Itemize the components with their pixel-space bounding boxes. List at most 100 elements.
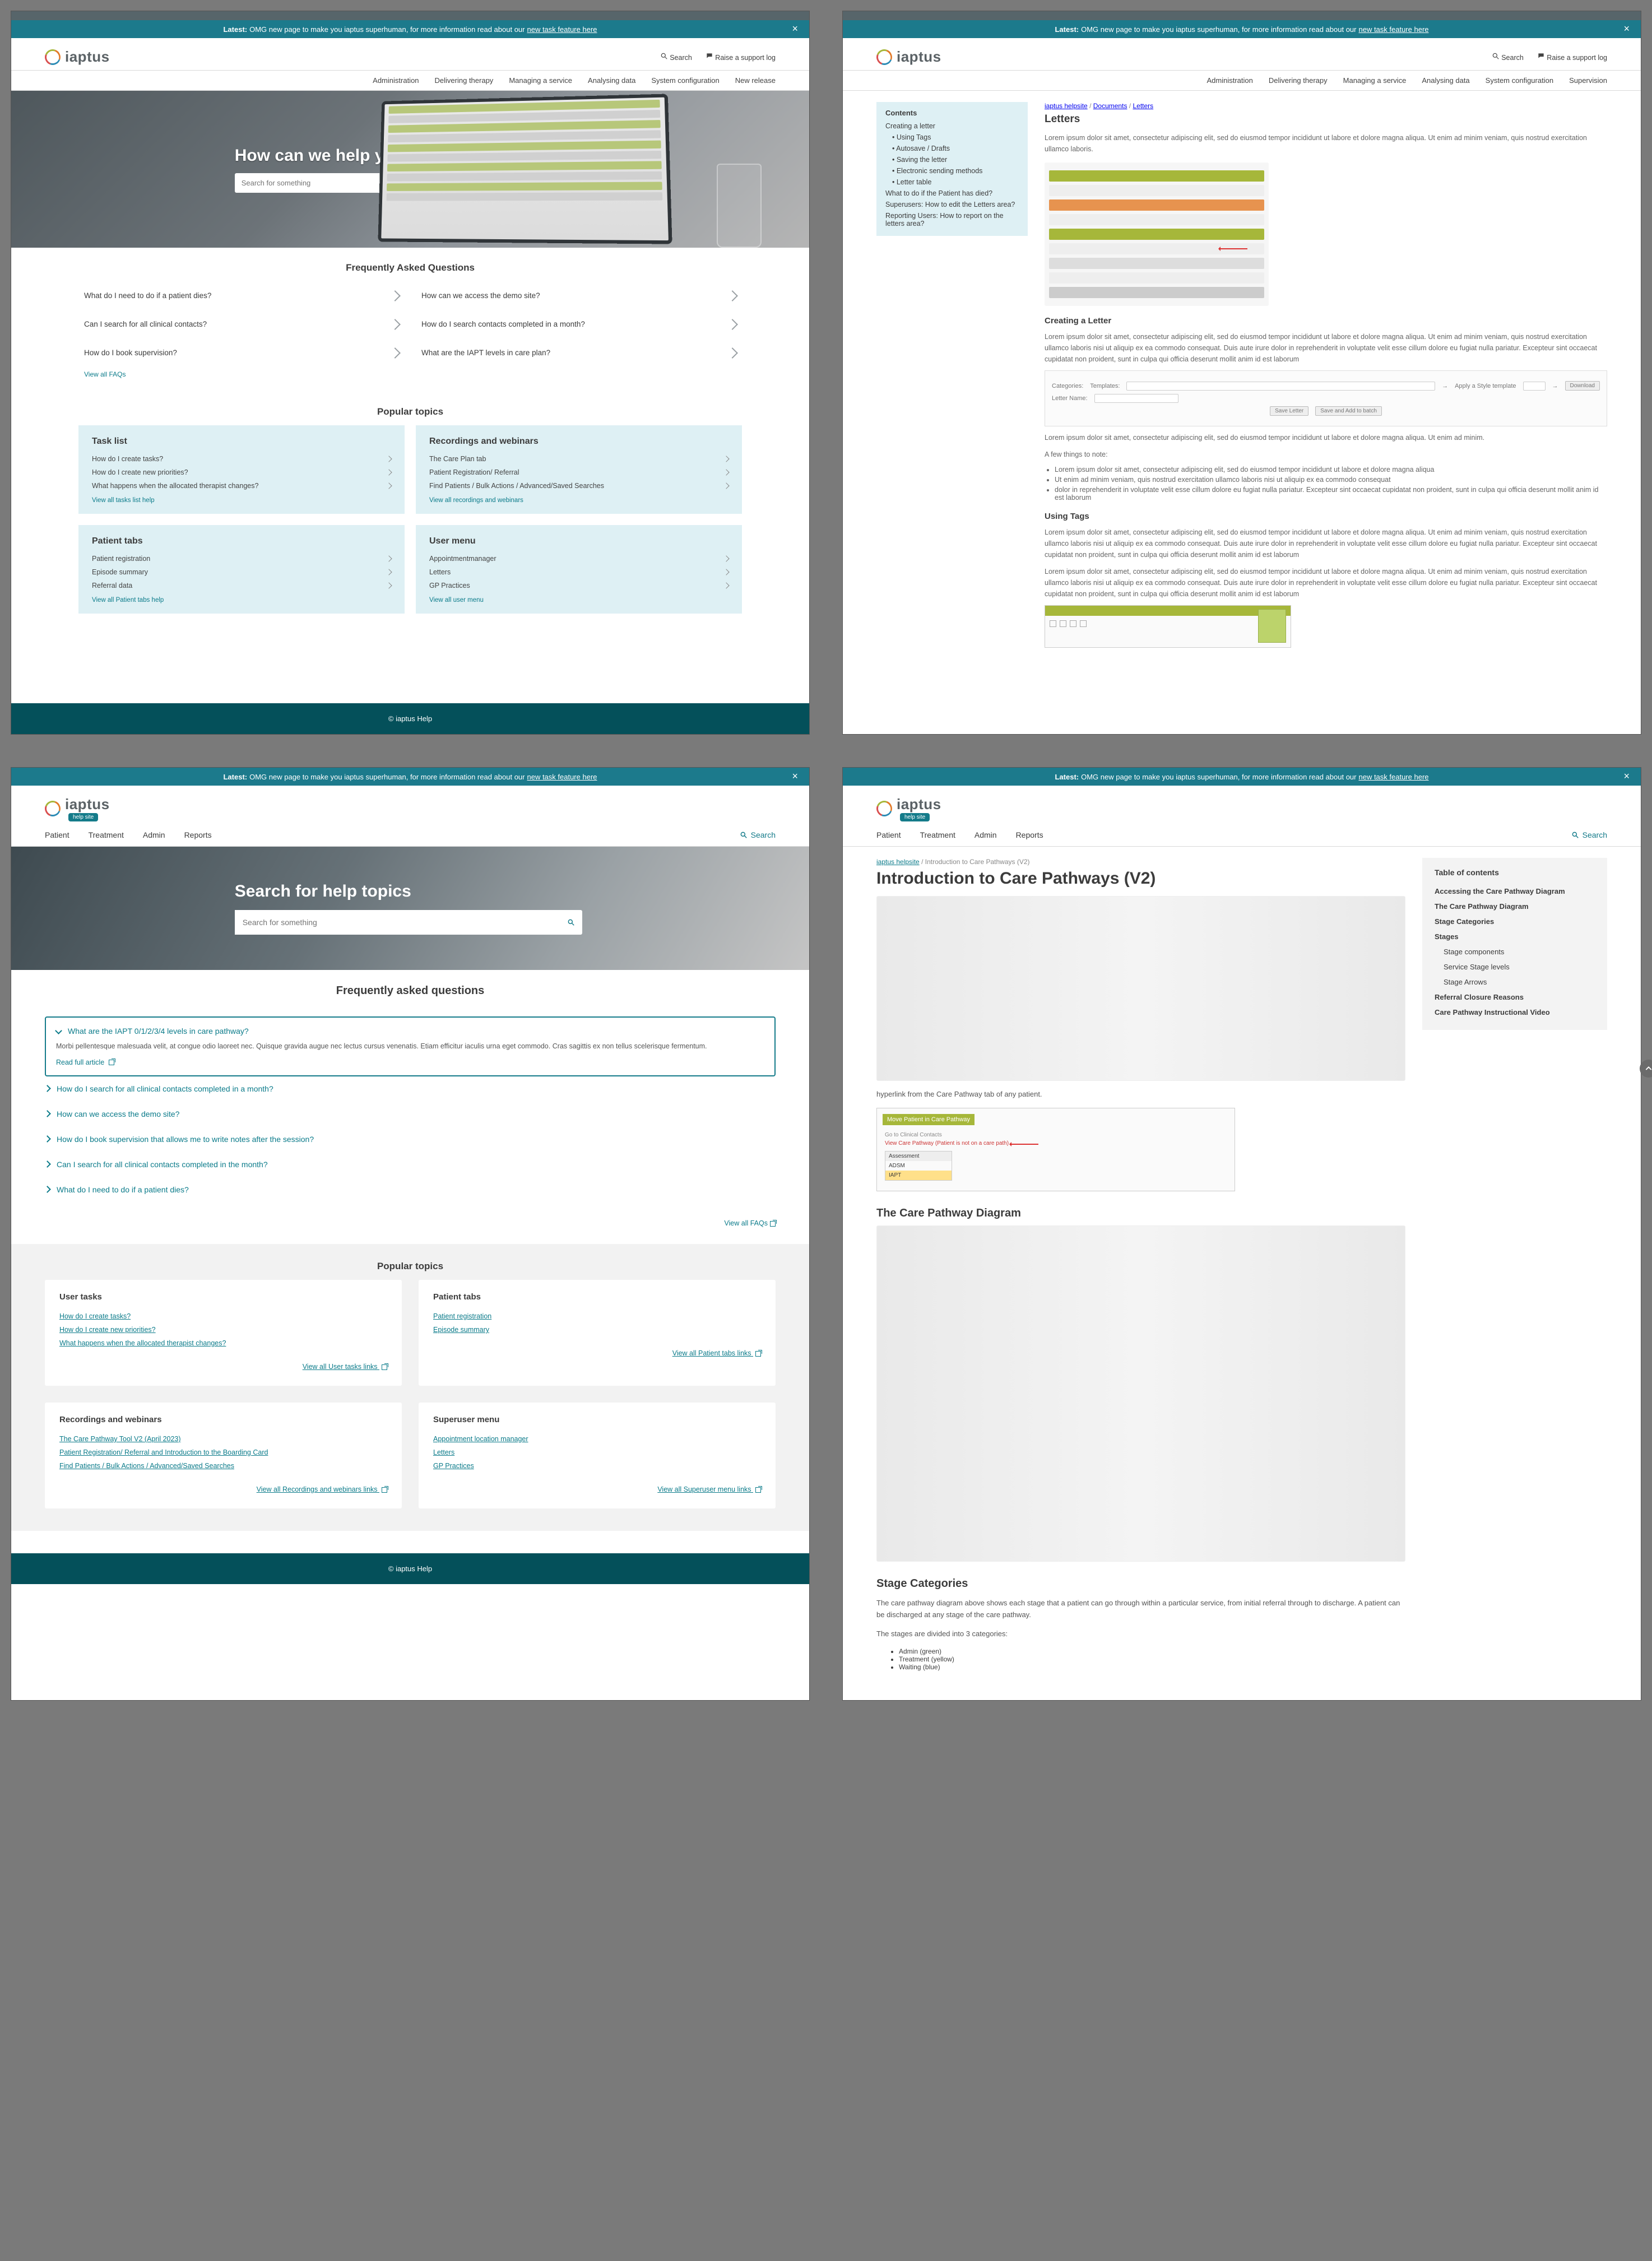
read-full-link[interactable]: Read full article <box>56 1058 114 1066</box>
toc-item[interactable]: Stage Categories <box>1435 914 1595 929</box>
announce-link[interactable]: new task feature here <box>1358 25 1428 34</box>
nav-item[interactable]: New release <box>735 76 776 85</box>
toc-item[interactable]: Stage Arrows <box>1435 974 1595 990</box>
close-icon[interactable]: × <box>792 771 798 781</box>
card-link[interactable]: The Care Pathway Tool V2 (April 2023) <box>59 1432 387 1446</box>
view-all-faqs[interactable]: View all FAQs <box>11 367 809 392</box>
nav-item[interactable]: Admin <box>975 830 997 839</box>
card-link[interactable]: How do I create new priorities? <box>92 466 391 479</box>
nav-search[interactable]: Search <box>740 830 776 839</box>
toc-item[interactable]: Stages <box>1435 929 1595 944</box>
logo[interactable]: iaptus help site <box>876 796 941 821</box>
crumb-link[interactable]: iaptus helpsite <box>1045 102 1088 110</box>
card-view-all[interactable]: View all recordings and webinars <box>429 493 728 504</box>
faq-item[interactable]: How do I book supervision? <box>84 338 399 367</box>
faq-item[interactable]: What do I need to do if a patient dies? <box>45 1177 776 1203</box>
card-link[interactable]: What happens when the allocated therapis… <box>59 1336 387 1350</box>
card-view-all[interactable]: View all Patient tabs links <box>433 1347 761 1360</box>
toc-item[interactable]: • Autosave / Drafts <box>885 143 1019 154</box>
card-link[interactable]: Patient Registration/ Referral <box>429 466 728 479</box>
faq-item[interactable]: How do I search contacts completed in a … <box>421 310 736 338</box>
card-link[interactable]: Referral data <box>92 579 391 592</box>
view-all-faqs[interactable]: View all FAQs <box>11 1214 809 1244</box>
nav-item[interactable]: Administration <box>373 76 419 85</box>
card-link[interactable]: Episode summary <box>433 1323 761 1336</box>
nav-item[interactable]: Delivering therapy <box>1269 76 1328 85</box>
faq-item[interactable]: Can I search for all clinical contacts? <box>84 310 399 338</box>
nav-item[interactable]: Admin <box>143 830 165 839</box>
nav-item[interactable]: Reports <box>184 830 212 839</box>
close-icon[interactable]: × <box>1623 24 1630 34</box>
search-button[interactable] <box>560 910 582 935</box>
faq-item[interactable]: How can we access the demo site? <box>45 1102 776 1127</box>
close-icon[interactable]: × <box>792 24 798 34</box>
logo[interactable]: iaptus <box>876 48 941 66</box>
toc-item[interactable]: What to do if the Patient has died? <box>885 188 1019 199</box>
faq-item[interactable]: How do I book supervision that allows me… <box>45 1127 776 1152</box>
nav-item[interactable]: Treatment <box>920 830 955 839</box>
card-link[interactable]: Find Patients / Bulk Actions / Advanced/… <box>59 1459 387 1473</box>
announce-link[interactable]: new task feature here <box>527 25 597 34</box>
scroll-to-top-button[interactable] <box>1640 1060 1652 1078</box>
close-icon[interactable]: × <box>1623 771 1630 781</box>
raise-log-link[interactable]: Raise a support log <box>1537 52 1607 62</box>
toc-item[interactable]: Service Stage levels <box>1435 959 1595 974</box>
card-link[interactable]: Find Patients / Bulk Actions / Advanced/… <box>429 479 728 493</box>
toc-item[interactable]: Stage components <box>1435 944 1595 959</box>
card-view-all[interactable]: View all Recordings and webinars links <box>59 1483 387 1496</box>
toc-item[interactable]: Reporting Users: How to report on the le… <box>885 210 1019 229</box>
nav-item[interactable]: Treatment <box>89 830 124 839</box>
announce-link[interactable]: new task feature here <box>1358 773 1428 781</box>
nav-item[interactable]: System configuration <box>1486 76 1553 85</box>
card-link[interactable]: Letters <box>433 1446 761 1459</box>
faq-item[interactable]: How do I search for all clinical contact… <box>45 1076 776 1102</box>
card-view-all[interactable]: View all User tasks links <box>59 1360 387 1373</box>
nav-item[interactable]: Managing a service <box>509 76 572 85</box>
toc-item[interactable]: Accessing the Care Pathway Diagram <box>1435 884 1595 899</box>
card-link[interactable]: Appointment location manager <box>433 1432 761 1446</box>
search-link[interactable]: Search <box>660 52 692 62</box>
nav-item[interactable]: Delivering therapy <box>435 76 494 85</box>
hero-search-input[interactable] <box>235 910 560 935</box>
toc-item[interactable]: • Using Tags <box>885 132 1019 143</box>
card-link[interactable]: What happens when the allocated therapis… <box>92 479 391 493</box>
faq-item[interactable]: How can we access the demo site? <box>421 281 736 310</box>
nav-item[interactable]: Administration <box>1206 76 1252 85</box>
card-link[interactable]: Patient registration <box>92 552 391 565</box>
card-link[interactable]: How do I create new priorities? <box>59 1323 387 1336</box>
search-link[interactable]: Search <box>1492 52 1524 62</box>
card-link[interactable]: Episode summary <box>92 565 391 579</box>
card-view-all[interactable]: View all user menu <box>429 592 728 603</box>
nav-item[interactable]: Analysing data <box>1422 76 1469 85</box>
card-view-all[interactable]: View all tasks list help <box>92 493 391 504</box>
crumb-link[interactable]: iaptus helpsite <box>876 858 920 866</box>
card-link[interactable]: How do I create tasks? <box>92 452 391 466</box>
card-view-all[interactable]: View all Superuser menu links <box>433 1483 761 1496</box>
nav-item[interactable]: Patient <box>876 830 901 839</box>
card-link[interactable]: The Care Plan tab <box>429 452 728 466</box>
crumb-link[interactable]: Letters <box>1133 102 1153 110</box>
crumb-link[interactable]: Documents <box>1093 102 1127 110</box>
card-link[interactable]: Appointmentmanager <box>429 552 728 565</box>
toc-item[interactable]: Referral Closure Reasons <box>1435 990 1595 1005</box>
card-view-all[interactable]: View all Patient tabs help <box>92 592 391 603</box>
logo[interactable]: iaptus help site <box>45 796 110 821</box>
toc-item[interactable]: • Electronic sending methods <box>885 165 1019 177</box>
card-link[interactable]: GP Practices <box>429 579 728 592</box>
card-link[interactable]: Letters <box>429 565 728 579</box>
toc-item[interactable]: Creating a letter <box>885 120 1019 132</box>
nav-item[interactable]: Analysing data <box>588 76 635 85</box>
nav-item[interactable]: Managing a service <box>1343 76 1407 85</box>
card-link[interactable]: Patient registration <box>433 1310 761 1323</box>
card-link[interactable]: GP Practices <box>433 1459 761 1473</box>
announce-link[interactable]: new task feature here <box>527 773 597 781</box>
card-link[interactable]: How do I create tasks? <box>59 1310 387 1323</box>
nav-search[interactable]: Search <box>1571 830 1607 839</box>
card-link[interactable]: Patient Registration/ Referral and Intro… <box>59 1446 387 1459</box>
faq-item[interactable]: Can I search for all clinical contacts c… <box>45 1152 776 1177</box>
nav-item[interactable]: Supervision <box>1569 76 1607 85</box>
toc-item[interactable]: • Letter table <box>885 177 1019 188</box>
nav-item[interactable]: System configuration <box>651 76 719 85</box>
raise-log-link[interactable]: Raise a support log <box>706 52 776 62</box>
nav-item[interactable]: Reports <box>1016 830 1043 839</box>
